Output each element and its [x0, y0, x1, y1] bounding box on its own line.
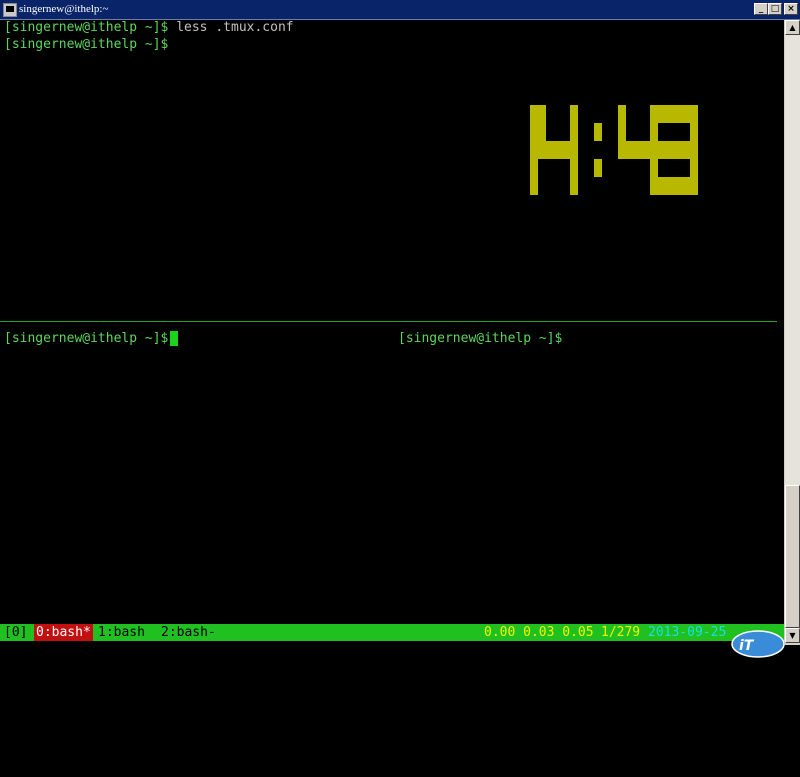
prompt: [singernew@ithelp ~]$ [398, 331, 563, 346]
clock-digits [530, 105, 698, 195]
window-tab[interactable]: 2:bash- [161, 624, 216, 641]
scroll-down-arrow-icon[interactable]: ▼ [785, 628, 800, 643]
scroll-up-arrow-icon[interactable]: ▲ [785, 20, 800, 35]
terminal-cursor [170, 331, 179, 346]
window-title: singernew@ithelp:~ [19, 3, 109, 15]
prompt: [singernew@ithelp ~]$ [4, 37, 169, 52]
window-tab-active[interactable]: 0:bash* [34, 624, 93, 641]
command-text: less .tmux.conf [168, 20, 294, 35]
load-average: 0.00 0.03 0.05 [484, 625, 594, 640]
tmux-status-bar: [0] 0:bash* 1:bash 2:bash- 0.00 0.03 0.0… [0, 624, 784, 641]
ithelp-logo-icon: iT [731, 630, 785, 658]
minimize-button[interactable]: _ [754, 3, 768, 15]
status-date: 2013-09-25 [648, 625, 727, 640]
scrollbar-track[interactable] [785, 35, 800, 485]
terminal-area[interactable]: [singernew@ithelp ~]$ less .tmux.conf [s… [0, 20, 785, 658]
close-button[interactable]: × [784, 3, 798, 15]
bottom-right-pane-line: [singernew@ithelp ~]$ [398, 331, 562, 347]
terminal-line: [singernew@ithelp ~]$ less .tmux.conf [4, 20, 294, 36]
pane-divider[interactable] [0, 321, 777, 322]
terminal-app-icon[interactable] [3, 3, 17, 17]
scrollbar-thumb[interactable] [785, 485, 800, 628]
clock-colon [594, 123, 602, 177]
process-count: 1/279 [601, 625, 641, 640]
vertical-scrollbar[interactable]: ▲ ▼ [784, 20, 800, 645]
prompt: [singernew@ithelp ~]$ [4, 331, 169, 346]
maximize-button[interactable]: □ [768, 3, 782, 15]
terminal-line: [singernew@ithelp ~]$ [4, 37, 168, 53]
clock-digit [618, 105, 658, 195]
bottom-left-pane-line: [singernew@ithelp ~]$ [4, 331, 179, 347]
session-indicator[interactable]: [0] [4, 624, 27, 641]
window-tab[interactable]: 1:bash [98, 624, 145, 641]
clock-digit [538, 105, 578, 195]
svg-text:iT: iT [739, 638, 755, 654]
prompt: [singernew@ithelp ~]$ [4, 20, 169, 35]
title-bar: singernew@ithelp:~ _ □ × [0, 0, 800, 20]
clock-digit [658, 105, 698, 195]
tmux-clock [530, 105, 698, 195]
clock-digit [530, 105, 538, 195]
